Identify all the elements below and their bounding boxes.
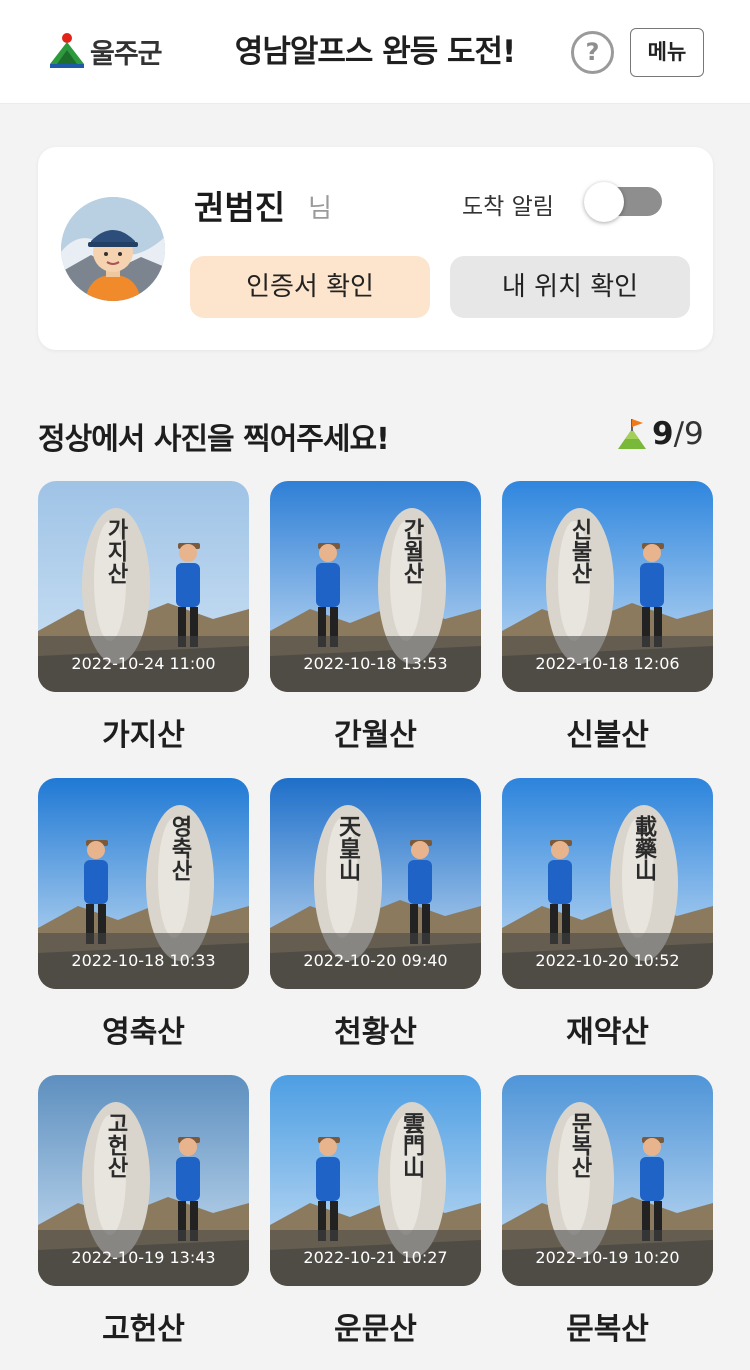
completion-progress: 9 /9 [616,414,704,454]
mountain-tile[interactable]: 신불산 2022-10-18 12:06 신불산 [502,481,713,754]
photo-timestamp: 2022-10-18 10:33 [38,933,249,989]
summit-photo[interactable]: 가지산 2022-10-24 11:00 [38,481,249,692]
summit-photo[interactable]: 간월산 2022-10-18 13:53 [270,481,481,692]
mountain-name: 고헌산 [102,1312,185,1347]
photo-timestamp: 2022-10-20 09:40 [270,933,481,989]
mountain-name: 신불산 [566,718,649,753]
summit-photo[interactable]: 문복산 2022-10-19 10:20 [502,1075,713,1286]
profile-card: 권범진 님 도착 알림 인증서 확인 내 위치 확인 [38,147,713,350]
certificate-button[interactable]: 인증서 확인 [190,256,430,318]
avatar [61,197,165,301]
summit-stone-text: 가지산 [103,518,129,584]
summit-photo[interactable]: 天皇山 2022-10-20 09:40 [270,778,481,989]
summit-stone-text: 天皇山 [335,815,361,881]
help-button[interactable]: ? [571,31,614,74]
summit-stone-text: 신불산 [567,518,593,584]
mountain-tile[interactable]: 載藥山 2022-10-20 10:52 재약산 [502,778,713,1051]
question-icon: ? [585,38,600,66]
total-count: /9 [673,416,704,452]
summit-stone-text: 간월산 [399,518,425,584]
menu-button[interactable]: 메뉴 [630,28,704,77]
summit-photo[interactable]: 신불산 2022-10-18 12:06 [502,481,713,692]
photo-timestamp: 2022-10-18 13:53 [270,636,481,692]
page-title: 영남알프스 완등 도전! [234,34,516,70]
mountain-tile[interactable]: 고헌산 2022-10-19 13:43 고헌산 [38,1075,249,1348]
photo-timestamp: 2022-10-18 12:06 [502,636,713,692]
summit-stone-text: 문복산 [567,1112,593,1178]
mountain-logo-icon [50,33,84,68]
mountain-tile[interactable]: 雲門山 2022-10-21 10:27 운문산 [270,1075,481,1348]
summit-flag-icon [618,419,646,449]
mountain-tile[interactable]: 간월산 2022-10-18 13:53 간월산 [270,481,481,754]
summit-stone-text: 고헌산 [103,1112,129,1178]
mountain-name: 가지산 [102,718,185,753]
mountain-tile[interactable]: 영축산 2022-10-18 10:33 영축산 [38,778,249,1051]
photo-timestamp: 2022-10-19 13:43 [38,1230,249,1286]
uljugun-logo[interactable]: 울주군 [48,30,163,72]
photo-timestamp: 2022-10-19 10:20 [502,1230,713,1286]
summit-stone-text: 雲門山 [399,1112,425,1178]
summit-photo[interactable]: 영축산 2022-10-18 10:33 [38,778,249,989]
photo-timestamp: 2022-10-21 10:27 [270,1230,481,1286]
photo-timestamp: 2022-10-20 10:52 [502,933,713,989]
arrival-notify-label: 도착 알림 [462,194,554,220]
user-honorific: 님 [308,194,332,224]
summit-photo[interactable]: 載藥山 2022-10-20 10:52 [502,778,713,989]
mountain-tile[interactable]: 天皇山 2022-10-20 09:40 천황산 [270,778,481,1051]
mountain-name: 영축산 [102,1015,185,1050]
app-header: 울주군 영남알프스 완등 도전! ? 메뉴 [0,0,750,104]
summit-stone-text: 영축산 [167,815,193,881]
mountain-name: 운문산 [334,1312,417,1347]
photo-timestamp: 2022-10-24 11:00 [38,636,249,692]
section-title: 정상에서 사진을 찍어주세요! [38,422,390,457]
toggle-knob [584,182,624,222]
mountain-tile[interactable]: 문복산 2022-10-19 10:20 문복산 [502,1075,713,1348]
user-name: 권범진 [194,188,286,227]
completed-count: 9 [652,416,674,452]
my-location-button[interactable]: 내 위치 확인 [450,256,690,318]
arrival-notify-toggle[interactable] [584,182,662,222]
logo-text: 울주군 [90,38,163,70]
mountain-name: 문복산 [566,1312,649,1347]
mountain-name: 천황산 [334,1015,417,1050]
mountain-tile[interactable]: 가지산 2022-10-24 11:00 가지산 [38,481,249,754]
summit-photo[interactable]: 고헌산 2022-10-19 13:43 [38,1075,249,1286]
mountain-name: 재약산 [566,1015,649,1050]
mountain-name: 간월산 [334,718,417,753]
summit-stone-text: 載藥山 [631,814,658,881]
summit-photo[interactable]: 雲門山 2022-10-21 10:27 [270,1075,481,1286]
